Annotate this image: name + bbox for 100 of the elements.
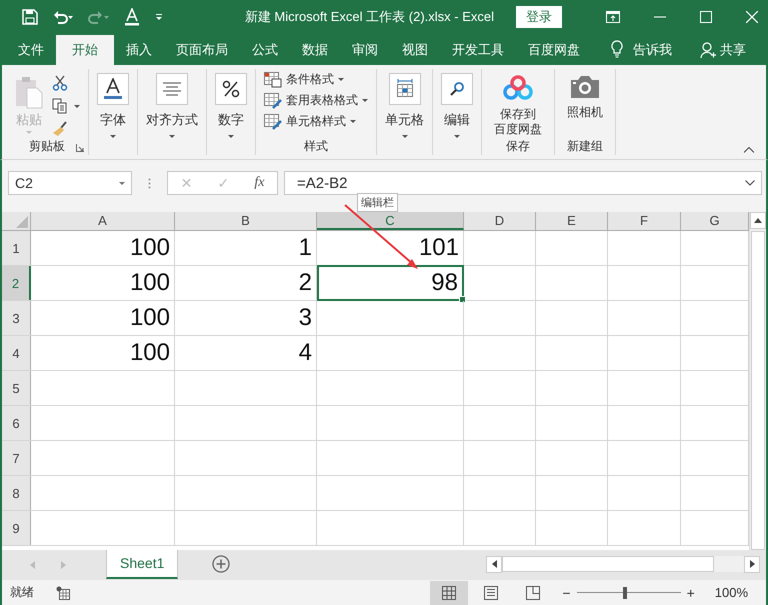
- ribbon-tab[interactable]: 开始: [56, 35, 114, 65]
- row-header[interactable]: 1: [2, 231, 31, 265]
- cell-value: 3: [298, 304, 312, 332]
- page-break-icon: [526, 586, 540, 600]
- cell-value: 100: [130, 304, 170, 332]
- cell-value: 2: [298, 269, 312, 297]
- clipboard-icon: [14, 75, 44, 109]
- ribbon-button[interactable]: 条件格式: [264, 71, 368, 88]
- ribbon-button[interactable]: 保存到 百度网盘: [490, 69, 546, 137]
- row-header[interactable]: 9: [2, 511, 31, 545]
- row-header[interactable]: 7: [2, 441, 31, 475]
- normal-view-button[interactable]: [430, 580, 468, 604]
- copy-icon[interactable]: [52, 98, 68, 114]
- add-sheet-icon[interactable]: [212, 555, 230, 573]
- format-painter-icon[interactable]: [52, 121, 68, 137]
- conditional-format-icon: [264, 72, 282, 88]
- column-header[interactable]: F: [608, 212, 681, 230]
- ribbon-display-icon[interactable]: [606, 10, 620, 22]
- scissors-icon[interactable]: [52, 75, 68, 91]
- camera-icon: [570, 75, 600, 99]
- lightbulb-icon[interactable]: [611, 40, 623, 58]
- undo-icon[interactable]: [52, 8, 74, 24]
- table-style-icon: [264, 92, 282, 108]
- column-header[interactable]: D: [464, 212, 536, 230]
- formula-field[interactable]: =A2-B2: [284, 171, 762, 195]
- close-icon[interactable]: [746, 10, 758, 22]
- column-header[interactable]: A: [31, 212, 175, 230]
- ribbon-button[interactable]: 对齐方式: [146, 69, 198, 138]
- sheet-tab[interactable]: Sheet1: [106, 550, 178, 579]
- tell-me-link[interactable]: 告诉我: [633, 35, 672, 65]
- ribbon-tab[interactable]: 审阅: [340, 35, 390, 65]
- scroll-left-button[interactable]: [486, 556, 502, 572]
- up-arrow-icon: [754, 218, 762, 223]
- ribbon-tab[interactable]: 数据: [290, 35, 340, 65]
- cell-value: 100: [130, 269, 170, 297]
- sign-in-button[interactable]: 登录: [516, 6, 562, 28]
- ribbon-button[interactable]: 照相机: [563, 69, 607, 137]
- insert-function-button[interactable]: fx: [254, 175, 264, 191]
- expand-icon[interactable]: [745, 180, 755, 186]
- percent-icon: [222, 80, 240, 98]
- ribbon-tab[interactable]: 百度网盘: [516, 35, 592, 65]
- ribbon-button[interactable]: 单元格: [385, 69, 424, 138]
- ribbon-button[interactable]: 字体: [97, 69, 129, 138]
- row-header[interactable]: 3: [2, 301, 31, 335]
- save-icon[interactable]: [22, 8, 38, 24]
- vertical-scrollbar[interactable]: [749, 212, 766, 550]
- caret-icon[interactable]: [74, 104, 80, 108]
- font-icon: [103, 78, 123, 100]
- grip-icon: [148, 178, 151, 188]
- group-label: 样式: [304, 138, 328, 154]
- dialog-launcher-icon[interactable]: [76, 144, 84, 152]
- ribbon-button[interactable]: 套用表格格式: [264, 92, 368, 109]
- column-header[interactable]: C: [317, 212, 464, 230]
- macro-icon[interactable]: [56, 586, 70, 600]
- cell-value: 100: [130, 234, 170, 262]
- cell-value: 100: [130, 339, 170, 367]
- ribbon-button[interactable]: 数字: [215, 69, 247, 138]
- grid-icon: [442, 586, 456, 600]
- right-arrow-icon: [750, 560, 754, 568]
- status-text: 就绪: [10, 584, 34, 601]
- page-icon: [484, 586, 498, 600]
- ribbon-tab[interactable]: 页面布局: [164, 35, 240, 65]
- scroll-up-button[interactable]: [750, 212, 766, 229]
- horizontal-scrollbar[interactable]: [486, 556, 760, 572]
- name-box[interactable]: C2: [8, 171, 132, 195]
- group-label: 剪贴板: [29, 138, 65, 154]
- cell-value: 101: [418, 234, 459, 262]
- dropdown-icon[interactable]: [154, 12, 164, 22]
- ribbon-tab[interactable]: 公式: [240, 35, 290, 65]
- cell-value: 98: [431, 269, 458, 297]
- group-label: 保存: [506, 138, 530, 154]
- ribbon-button[interactable]: 编辑: [441, 69, 473, 138]
- zoom-thumb[interactable]: [623, 586, 628, 598]
- ribbon-tab[interactable]: 开发工具: [440, 35, 516, 65]
- cell-value: 4: [298, 339, 312, 367]
- search-icon: [449, 81, 465, 97]
- scroll-right-button[interactable]: [744, 556, 760, 572]
- minimize-icon[interactable]: [654, 16, 666, 18]
- window-title: 新建 Microsoft Excel 工作表 (2).xlsx - Excel: [244, 8, 495, 26]
- share-button[interactable]: 共享: [720, 35, 746, 65]
- row-header[interactable]: 5: [2, 371, 31, 405]
- row-header[interactable]: 4: [2, 336, 31, 370]
- zoom-in-button[interactable]: +: [680, 584, 701, 600]
- ribbon-tab[interactable]: 文件: [6, 35, 56, 65]
- column-header[interactable]: E: [536, 212, 608, 230]
- row-header[interactable]: 8: [2, 476, 31, 510]
- row-header[interactable]: 2: [2, 266, 31, 300]
- table-style-icon: [264, 114, 282, 130]
- font-color-icon[interactable]: [124, 8, 140, 26]
- cells-icon: [394, 79, 414, 99]
- ribbon-button[interactable]: 单元格样式: [264, 113, 368, 130]
- zoom-level[interactable]: 100%: [714, 585, 748, 600]
- collapse-icon[interactable]: [744, 147, 754, 153]
- maximize-icon[interactable]: [700, 10, 712, 22]
- ribbon-tab[interactable]: 插入: [114, 35, 164, 65]
- share-icon[interactable]: [700, 42, 716, 58]
- zoom-out-button[interactable]: −: [556, 584, 577, 600]
- group-label: 新建组: [567, 138, 603, 154]
- row-header[interactable]: 6: [2, 406, 31, 440]
- ribbon-tab[interactable]: 视图: [390, 35, 440, 65]
